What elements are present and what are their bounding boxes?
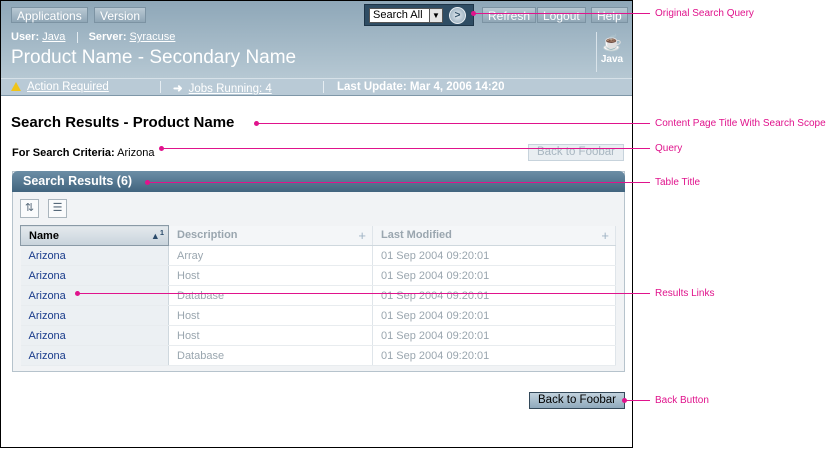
column-header-last-modified[interactable]: Last Modified + bbox=[372, 225, 616, 246]
description-cell: Database bbox=[168, 285, 373, 306]
callout-line bbox=[473, 13, 650, 14]
name-cell: Arizona bbox=[20, 285, 169, 306]
user-link[interactable]: Java bbox=[42, 31, 65, 43]
version-button[interactable]: Version bbox=[94, 7, 147, 23]
name-cell: Arizona bbox=[20, 245, 169, 266]
divider bbox=[323, 81, 324, 93]
column-label: Name bbox=[29, 229, 59, 242]
jobs-running-item: ➜ Jobs Running: 4 bbox=[173, 81, 272, 95]
status-bar: Action Required ➜ Jobs Running: 4 Last Up… bbox=[1, 78, 632, 96]
description-cell: Array bbox=[168, 245, 373, 266]
result-link[interactable]: Arizona bbox=[29, 330, 66, 342]
callout-line bbox=[256, 123, 650, 124]
result-link[interactable]: Arizona bbox=[29, 250, 66, 262]
callout-line bbox=[147, 182, 650, 183]
divider bbox=[160, 81, 161, 93]
divider bbox=[76, 31, 78, 43]
modified-cell: 01 Sep 2004 09:20:01 bbox=[372, 305, 616, 326]
preferences-icon[interactable]: ☰ bbox=[48, 199, 67, 218]
description-cell: Host bbox=[168, 325, 373, 346]
arrow-right-icon: ➜ bbox=[173, 83, 183, 95]
table-row: Arizona Host 01 Sep 2004 09:20:01 bbox=[20, 265, 616, 286]
table-row: Arizona Array 01 Sep 2004 09:20:01 bbox=[20, 245, 616, 266]
annotation-query: Query bbox=[655, 143, 683, 154]
table-row: Arizona Host 01 Sep 2004 09:20:01 bbox=[20, 305, 616, 326]
modified-cell: 01 Sep 2004 09:20:01 bbox=[372, 245, 616, 266]
modified-cell: 01 Sep 2004 09:20:01 bbox=[372, 325, 616, 346]
refresh-button[interactable]: Refresh bbox=[482, 7, 537, 23]
result-link[interactable]: Arizona bbox=[29, 270, 66, 282]
application-window: Applications Version Search All ▼ > Refr… bbox=[0, 0, 633, 448]
result-link[interactable]: Arizona bbox=[29, 310, 66, 322]
table-row: Arizona Database 01 Sep 2004 09:20:01 bbox=[20, 345, 616, 366]
modified-cell: 01 Sep 2004 09:20:01 bbox=[372, 265, 616, 286]
jobs-running-link[interactable]: Jobs Running: 4 bbox=[189, 83, 272, 95]
table-row: Arizona Database 01 Sep 2004 09:20:01 bbox=[20, 285, 616, 306]
java-logo: ☕ Java bbox=[596, 32, 627, 72]
search-criteria: For Search Criteria: Arizona bbox=[12, 147, 154, 159]
search-scope-value: Search All bbox=[373, 9, 423, 21]
search-results-table: Search Results (6) ⇅ ☰ Name ▲1 Descripti… bbox=[12, 171, 625, 372]
callout-line bbox=[624, 400, 650, 401]
coffee-cup-icon: ☕ bbox=[602, 35, 622, 52]
java-logo-text: Java bbox=[600, 54, 624, 65]
applications-button[interactable]: Applications bbox=[11, 7, 88, 23]
name-cell: Arizona bbox=[20, 325, 169, 346]
result-link[interactable]: Arizona bbox=[29, 350, 66, 362]
description-cell: Database bbox=[168, 345, 373, 366]
result-link[interactable]: Arizona bbox=[29, 290, 66, 302]
modified-cell: 01 Sep 2004 09:20:01 bbox=[372, 345, 616, 366]
search-scope-select[interactable]: Search All ▼ bbox=[369, 8, 443, 23]
column-header-name[interactable]: Name ▲1 bbox=[20, 225, 169, 246]
sort-ascending-icon[interactable]: ▲1 bbox=[151, 228, 164, 241]
criteria-label: For Search Criteria: bbox=[12, 147, 115, 159]
description-cell: Host bbox=[168, 305, 373, 326]
last-update-text: Last Update: Mar 4, 2006 14:20 bbox=[337, 81, 505, 93]
criteria-value: Arizona bbox=[117, 147, 155, 159]
column-header-description[interactable]: Description + bbox=[168, 225, 373, 246]
name-cell: Arizona bbox=[20, 345, 169, 366]
action-required-item: Action Required bbox=[11, 81, 109, 93]
annotation-table-title: Table Title bbox=[655, 177, 701, 188]
callout-line bbox=[161, 148, 650, 149]
name-cell: Arizona bbox=[20, 305, 169, 326]
back-to-foobar-button-disabled: Back to Foobar bbox=[528, 144, 624, 161]
annotation-results-links: Results Links bbox=[655, 288, 715, 299]
annotation-original-search-query: Original Search Query bbox=[655, 8, 754, 19]
annotation-content-page-title: Content Page Title With Search Scope bbox=[655, 118, 826, 129]
annotation-back-button: Back Button bbox=[655, 395, 709, 406]
column-label: Last Modified bbox=[381, 229, 452, 242]
modified-cell: 01 Sep 2004 09:20:01 bbox=[372, 285, 616, 306]
name-cell: Arizona bbox=[20, 265, 169, 286]
logout-button[interactable]: Logout bbox=[537, 7, 586, 23]
add-sort-icon[interactable]: + bbox=[358, 228, 366, 243]
description-cell: Host bbox=[168, 265, 373, 286]
utility-bar: Applications Version Search All ▼ > Refr… bbox=[1, 1, 632, 29]
action-required-link[interactable]: Action Required bbox=[27, 81, 109, 93]
add-sort-icon[interactable]: + bbox=[601, 228, 609, 243]
server-link[interactable]: Syracuse bbox=[130, 31, 176, 43]
column-label: Description bbox=[177, 229, 238, 242]
user-label: User: bbox=[11, 31, 40, 43]
back-to-foobar-button[interactable]: Back to Foobar bbox=[529, 392, 625, 409]
chevron-down-icon: ▼ bbox=[429, 9, 442, 22]
search-box: Search All ▼ > bbox=[364, 4, 474, 26]
server-label: Server: bbox=[88, 31, 127, 43]
help-button[interactable]: Help bbox=[591, 7, 628, 23]
search-go-button[interactable]: > bbox=[449, 7, 466, 24]
table-row: Arizona Host 01 Sep 2004 09:20:01 bbox=[20, 325, 616, 346]
page-title: Search Results - Product Name bbox=[11, 114, 235, 131]
results-grid: Name ▲1 Description + Last Modified + Ar… bbox=[20, 225, 616, 366]
sort-icon[interactable]: ⇅ bbox=[20, 199, 39, 218]
product-name: Product Name - Secondary Name bbox=[11, 47, 297, 68]
callout-line bbox=[77, 293, 650, 294]
sort-order-badge: 1 bbox=[159, 228, 164, 237]
warning-icon bbox=[11, 82, 21, 91]
user-server-line: User: Java Server: Syracuse bbox=[11, 31, 175, 43]
